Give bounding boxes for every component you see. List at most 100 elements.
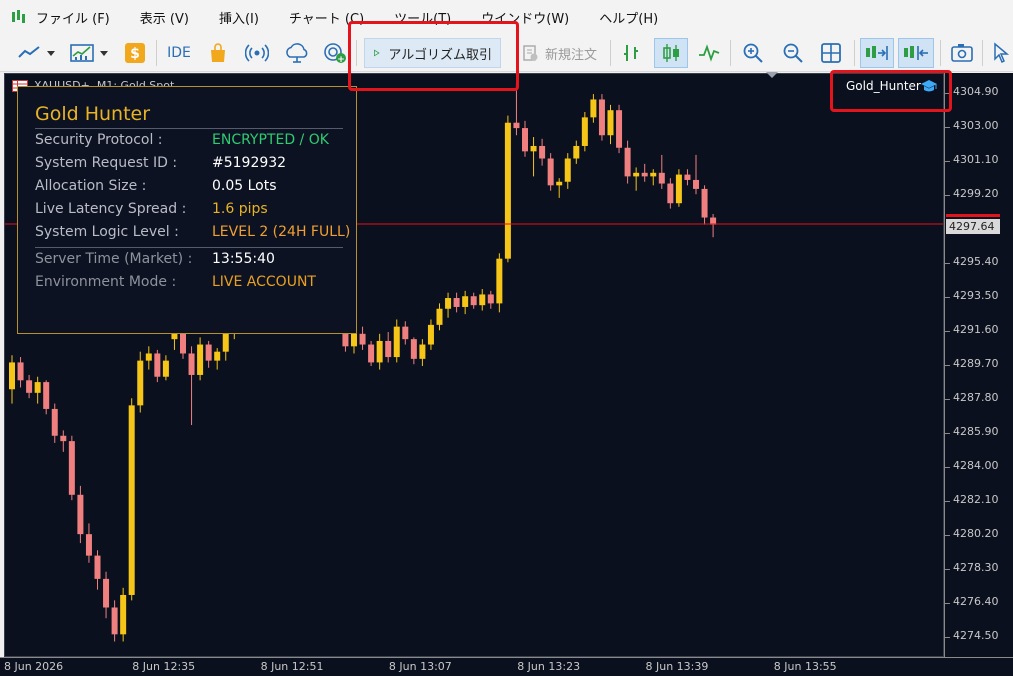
bear-candle (94, 555, 101, 579)
cloud-button[interactable] (282, 38, 312, 68)
auto-scroll-button[interactable] (860, 38, 894, 68)
algo-trading-button[interactable]: アルゴリズム取引 (364, 38, 501, 68)
bear-candle (453, 298, 460, 307)
menu-view[interactable]: 表示 (V) (140, 8, 189, 27)
ide-button[interactable]: IDE (164, 38, 194, 68)
time-tick-label: 8 Jun 13:55 (773, 660, 837, 673)
dollar-button[interactable]: $ (122, 38, 148, 68)
menu-charts[interactable]: チャート (C) (289, 8, 364, 27)
expert-advisor-name[interactable]: Gold_Hunter (846, 79, 921, 93)
server-time-label: Server Time (Market) : (35, 251, 193, 267)
price-tick-mark (945, 195, 950, 197)
signals-button[interactable] (242, 38, 272, 68)
signals-icon (245, 44, 269, 62)
vps-button[interactable]: + (320, 38, 350, 68)
menu-window[interactable]: ウインドウ(W) (481, 8, 569, 27)
toolbar-separator (940, 40, 941, 66)
bear-candle (180, 332, 186, 354)
price-tick-mark (945, 263, 950, 265)
price-tick-label: 4303.00 (953, 119, 999, 133)
screenshot-button[interactable] (948, 38, 976, 68)
bar-chart-icon (624, 45, 638, 61)
panel-title: Gold Hunter (35, 103, 151, 125)
bear-candle (359, 333, 366, 345)
menu-file[interactable]: ファイル (F) (36, 8, 110, 27)
toolbar: $ IDE + アルゴリズム取引 新規注文 (0, 34, 1013, 72)
algo-play-icon (374, 49, 380, 57)
latency-spread-label: Live Latency Spread : (35, 201, 187, 217)
indicators-icon (70, 44, 108, 62)
bar-chart-button[interactable] (616, 38, 646, 68)
line-chart-dropdown[interactable] (14, 38, 62, 68)
price-tick-label: 4295.40 (953, 255, 999, 269)
system-request-id-label: System Request ID : (35, 155, 178, 171)
chart-collapse-icon[interactable] (766, 72, 778, 78)
bear-candle (43, 382, 50, 409)
zoom-out-button[interactable] (778, 38, 808, 68)
bull-candle (427, 324, 434, 345)
bull-candle (128, 405, 135, 595)
time-axis[interactable]: 8 Jun 2026 8 Jun 12:35 8 Jun 12:51 8 Jun 13… (0, 657, 1013, 676)
line-chart-icon (18, 46, 55, 58)
new-order-button[interactable]: 新規注文 (512, 38, 606, 68)
bear-candle (513, 122, 520, 129)
price-axis[interactable]: 4304.90 4303.00 4301.10 4299.20 4295.40 4293.… (944, 73, 1013, 657)
chart-shift-button[interactable] (898, 38, 934, 68)
bear-candle (470, 296, 477, 306)
security-protocol-value: ENCRYPTED / OK (212, 132, 329, 148)
screenshot-icon (951, 44, 973, 62)
indicators-dropdown[interactable] (68, 38, 114, 68)
price-tick-mark (945, 93, 950, 95)
time-tick-label: 8 Jun 12:51 (260, 660, 324, 673)
candlestick-button[interactable] (654, 38, 688, 68)
bear-candle (410, 339, 417, 359)
app-logo-icon (12, 10, 25, 23)
price-tick-label: 4274.50 (953, 628, 999, 642)
bear-candle (693, 179, 699, 189)
zoom-in-button[interactable] (738, 38, 768, 68)
bull-candle (162, 360, 169, 377)
tile-windows-button[interactable] (816, 38, 846, 68)
menu-tools[interactable]: ツール(T) (394, 8, 451, 27)
new-order-label: 新規注文 (544, 47, 597, 63)
bull-candle (479, 294, 486, 306)
zoom-in-icon (743, 43, 763, 63)
bull-candle (393, 326, 400, 358)
bull-candle (590, 99, 597, 118)
system-request-id-value: #5192932 (212, 155, 287, 171)
bull-candle (581, 117, 588, 146)
chart-shift-icon (904, 46, 928, 60)
expert-hat-icon[interactable] (921, 79, 937, 93)
bear-candle (205, 344, 212, 361)
price-tick-label: 4301.10 (953, 153, 999, 167)
price-tick-mark (945, 331, 950, 332)
bull-candle (504, 122, 511, 259)
price-tick-label: 4282.10 (953, 492, 999, 506)
bear-candle (26, 380, 33, 393)
bull-candle (34, 382, 41, 393)
bull-candle (376, 340, 383, 363)
bull-candle (633, 172, 640, 177)
bear-candle (60, 435, 67, 442)
bull-candle (197, 344, 204, 375)
market-button[interactable] (204, 38, 232, 68)
bear-candle (616, 110, 623, 148)
algo-trading-label: アルゴリズム取引 (388, 47, 492, 63)
line-mode-icon (699, 44, 720, 62)
price-tick-label: 4289.70 (953, 357, 999, 370)
logic-level-label: System Logic Level : (35, 224, 179, 240)
bull-candle (556, 181, 563, 186)
bear-candle (547, 158, 554, 186)
bear-candle (103, 578, 110, 608)
line-mode-button[interactable] (694, 38, 724, 68)
cursor-button[interactable] (990, 38, 1012, 68)
price-tick-mark (945, 602, 950, 604)
panel-divider (35, 128, 343, 129)
toolbar-separator (610, 40, 611, 66)
bull-candle (9, 362, 15, 390)
bear-candle (68, 441, 75, 495)
price-tick-mark (945, 568, 950, 570)
menu-help[interactable]: ヘルプ(H) (599, 8, 658, 27)
price-tick-label: 4284.00 (953, 458, 999, 472)
menu-insert[interactable]: 挿入(I) (219, 8, 259, 27)
